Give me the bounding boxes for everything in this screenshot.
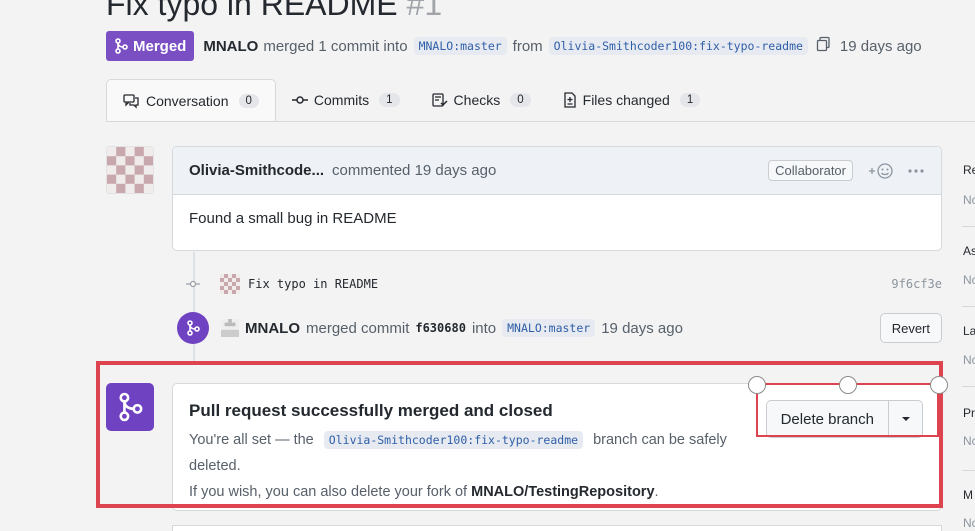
sidebar-value: Nc — [963, 434, 975, 448]
merged-line-3-prefix: If you wish, you can also delete your fo… — [189, 484, 468, 500]
tabs-divider — [106, 121, 975, 122]
triangle-down-icon — [901, 417, 910, 421]
comment-discussion-icon — [123, 93, 139, 109]
comment-box: Olivia-Smithcode... commented 19 days ag… — [172, 146, 942, 251]
sidebar-divider — [962, 386, 975, 387]
revert-button[interactable]: Revert — [879, 313, 942, 343]
tab-commits[interactable]: Commits 1 — [276, 79, 416, 121]
avatar[interactable] — [106, 146, 154, 194]
delete-branch-dropdown[interactable] — [888, 401, 922, 437]
comment-header: Olivia-Smithcode... commented 19 days ag… — [173, 147, 941, 195]
delete-branch-group: Delete branch — [765, 400, 923, 438]
sidebar-value: Nc — [963, 353, 975, 367]
commit-event: Fix typo in README 9f6cf3e — [186, 272, 942, 296]
sidebar-value: Nc — [963, 193, 975, 207]
tab-label: Conversation — [146, 93, 229, 109]
pr-number: #1 — [406, 0, 443, 22]
comment-author-link[interactable]: Olivia-Smithcode... — [189, 162, 324, 179]
commit-icon — [186, 277, 200, 291]
commit-sha-link[interactable]: 9f6cf3e — [891, 277, 942, 291]
meta-author-link[interactable]: MNALO — [203, 38, 258, 55]
file-diff-icon — [563, 92, 576, 108]
resize-handle[interactable] — [748, 376, 766, 394]
checklist-icon — [431, 92, 448, 107]
next-timeline-item — [172, 525, 942, 531]
merge-time: 19 days ago — [601, 319, 683, 337]
meta-from: from — [512, 37, 543, 55]
timeline-line — [193, 252, 195, 362]
kebab-horizontal-icon[interactable] — [907, 168, 925, 174]
merged-status-icon — [106, 383, 154, 431]
commit-message-link[interactable]: Fix typo in README — [248, 277, 378, 291]
tab-count: 0 — [238, 94, 259, 108]
meta-time: 19 days ago — [839, 37, 922, 55]
tab-conversation[interactable]: Conversation 0 — [106, 79, 276, 122]
status-badge: Merged — [106, 31, 195, 61]
merge-action: merged commit — [306, 319, 410, 337]
sidebar-value: Nc — [963, 273, 975, 287]
sidebar-heading-reviewers: Re — [963, 163, 975, 177]
git-merge-icon — [119, 392, 143, 422]
meta-action: merged 1 commit into — [263, 37, 408, 55]
page-title: Fix typo in README #1 — [106, 0, 442, 23]
comment-action: commented 19 days ago — [332, 162, 497, 179]
pr-title-text: Fix typo in README — [106, 0, 398, 22]
commit-avatar[interactable] — [220, 274, 240, 294]
merger-avatar[interactable] — [221, 319, 239, 337]
copy-icon[interactable] — [816, 36, 832, 56]
merge-event: MNALO merged commit f630680 into MNALO:m… — [177, 312, 942, 344]
tab-count: 1 — [679, 93, 701, 107]
tab-checks[interactable]: Checks 0 — [416, 79, 547, 121]
pr-meta: Merged MNALO merged 1 commit into MNALO:… — [106, 31, 922, 61]
tab-label: Checks — [453, 92, 501, 108]
sidebar-heading-milestone: M — [963, 488, 973, 502]
sidebar-divider — [962, 470, 975, 471]
resize-handle[interactable] — [839, 376, 857, 394]
commit-icon — [291, 96, 308, 104]
head-branch[interactable]: Olivia-Smithcoder100:fix-typo-readme — [548, 37, 808, 55]
merge-branch[interactable]: MNALO:master — [502, 319, 596, 337]
tab-label: Commits — [313, 92, 370, 108]
merged-branch[interactable]: Olivia-Smithcoder100:fix-typo-readme — [323, 431, 584, 449]
fork-repo-link[interactable]: MNALO/TestingRepository — [471, 484, 654, 500]
sidebar-divider — [962, 226, 975, 227]
pr-tabs: Conversation 0 Commits 1 Checks 0 Files … — [106, 79, 717, 122]
git-merge-icon — [115, 38, 128, 54]
base-branch[interactable]: MNALO:master — [413, 37, 507, 55]
resize-handle[interactable] — [930, 376, 948, 394]
sidebar-heading-labels: La — [963, 324, 975, 338]
status-badge-label: Merged — [133, 37, 187, 55]
identicon-icon — [107, 147, 153, 193]
merged-line-3-suffix: . — [654, 484, 659, 500]
tab-label: Files changed — [582, 92, 670, 108]
add-reaction-icon[interactable] — [867, 162, 893, 180]
merge-into: into — [471, 319, 497, 337]
tab-count: 0 — [510, 93, 531, 107]
merged-line-1-suffix: branch can be safely — [593, 432, 727, 448]
merged-box: Pull request successfully merged and clo… — [172, 383, 942, 511]
delete-branch-button[interactable]: Delete branch — [767, 401, 888, 437]
sidebar-heading-assignees: As — [963, 244, 975, 258]
merged-line-3: If you wish, you can also delete your fo… — [189, 479, 925, 505]
merge-author-link[interactable]: MNALO — [245, 320, 300, 337]
collaborator-badge: Collaborator — [768, 160, 853, 181]
tab-files-changed[interactable]: Files changed 1 — [547, 79, 717, 121]
git-merge-icon — [177, 312, 209, 344]
sidebar-divider — [962, 306, 975, 307]
merged-line-2: deleted. — [189, 458, 241, 474]
sidebar-heading-projects: Pr — [963, 406, 975, 420]
comment-body: Found a small bug in README — [189, 210, 397, 227]
tab-count: 1 — [379, 93, 400, 107]
merged-line-1-prefix: You're all set — the — [189, 432, 314, 448]
merge-sha-link[interactable]: f630680 — [415, 321, 466, 335]
sidebar-value: Nc — [963, 516, 975, 530]
